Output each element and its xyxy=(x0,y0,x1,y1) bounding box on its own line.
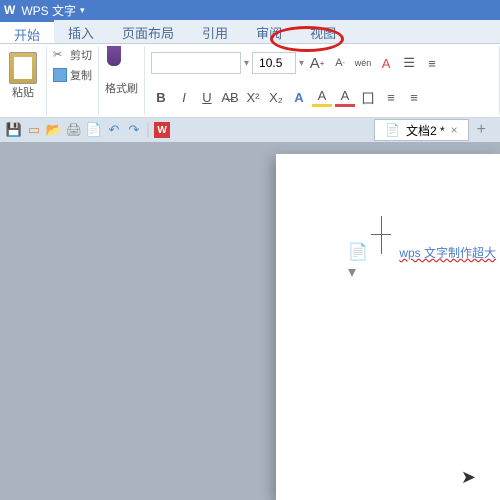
add-tab-button[interactable]: + xyxy=(469,121,494,139)
shrink-font-button[interactable]: A- xyxy=(330,53,350,73)
page-marker-icon[interactable]: 📄▾ xyxy=(348,242,366,260)
tab-layout[interactable]: 页面布局 xyxy=(108,20,188,43)
title-bar: W WPS 文字 ▾ xyxy=(0,0,500,20)
font-name-select[interactable] xyxy=(151,52,241,74)
text-effect-button[interactable]: A xyxy=(289,87,309,107)
clipboard-small-group: ✂ 剪切 复制 xyxy=(47,46,99,115)
highlight-button[interactable]: A xyxy=(312,87,332,107)
wps-icon[interactable]: W xyxy=(154,122,170,138)
bullets-button[interactable]: ☰ xyxy=(399,53,419,73)
open-icon[interactable]: 📂 xyxy=(46,122,62,138)
pinyin-button[interactable]: wén xyxy=(353,53,373,73)
ribbon-tabs: 开始 插入 页面布局 引用 审阅 视图 xyxy=(0,20,500,44)
clear-format-button[interactable]: A xyxy=(376,53,396,73)
italic-button[interactable]: I xyxy=(174,87,194,107)
superscript-button[interactable]: X² xyxy=(243,87,263,107)
subscript-button[interactable]: X₂ xyxy=(266,87,286,107)
more-button[interactable]: ≡ xyxy=(404,87,424,107)
undo-icon[interactable]: ↶ xyxy=(106,122,122,138)
save-icon[interactable]: 💾 xyxy=(6,122,22,138)
watermark-text: Baidu 经验 xyxy=(383,460,470,486)
redo-icon[interactable]: ↷ xyxy=(126,122,142,138)
font-color-button[interactable]: A xyxy=(335,87,355,107)
app-title: WPS 文字 xyxy=(21,2,76,19)
format-painter-group: 格式刷 xyxy=(99,46,145,115)
ribbon: 粘贴 ✂ 剪切 复制 格式刷 ▾ 10.5 ▾ A+ xyxy=(0,44,500,118)
font-size-select[interactable]: 10.5 xyxy=(252,52,296,74)
document-page[interactable]: 📄▾ wps 文字制作超大 xyxy=(276,154,500,500)
shading-button[interactable]: 囗 xyxy=(358,87,378,107)
tab-view[interactable]: 视图 xyxy=(296,20,350,43)
numbering-button[interactable]: ≡ xyxy=(422,53,442,73)
quick-access-toolbar: 💾 ▭ 📂 🖨 📄 ↶ ↷ | W 📄 文档2 * × + xyxy=(0,118,500,142)
strike-button[interactable]: A̶B xyxy=(220,87,240,107)
title-dropdown-icon[interactable]: ▾ xyxy=(80,5,85,16)
font-group: ▾ 10.5 ▾ A+ A- wén A ☰ ≡ B I U A̶B X² X₂… xyxy=(145,46,500,115)
paste-icon xyxy=(9,52,37,84)
grow-font-button[interactable]: A+ xyxy=(307,53,327,73)
brush-icon xyxy=(107,46,121,66)
document-tab[interactable]: 📄 文档2 * × xyxy=(374,119,469,141)
clipboard-group: 粘贴 xyxy=(0,46,47,115)
format-painter-button[interactable] xyxy=(105,46,123,80)
print-icon[interactable]: 🖨 xyxy=(66,122,82,138)
new-icon[interactable]: ▭ xyxy=(26,122,42,138)
cut-button[interactable]: ✂ 剪切 xyxy=(53,46,92,64)
align-button[interactable]: ≡ xyxy=(381,87,401,107)
close-tab-icon[interactable]: × xyxy=(451,123,458,137)
tab-review[interactable]: 审阅 xyxy=(242,20,296,43)
underline-button[interactable]: U xyxy=(197,87,217,107)
document-text[interactable]: wps 文字制作超大 xyxy=(399,244,496,261)
scissors-icon: ✂ xyxy=(53,48,67,62)
copy-button[interactable]: 复制 xyxy=(53,66,92,84)
document-name: 文档2 * xyxy=(406,122,445,139)
text-cursor-icon xyxy=(381,216,382,254)
workspace: 📄▾ wps 文字制作超大 Baidu 经验 ➤ xyxy=(0,142,500,500)
format-painter-label: 格式刷 xyxy=(105,80,138,96)
preview-icon[interactable]: 📄 xyxy=(86,122,102,138)
tab-home[interactable]: 开始 xyxy=(0,20,54,43)
tab-references[interactable]: 引用 xyxy=(188,20,242,43)
copy-icon xyxy=(53,68,67,82)
app-logo: W xyxy=(4,3,15,17)
bold-button[interactable]: B xyxy=(151,87,171,107)
paste-label: 粘贴 xyxy=(12,84,34,100)
paste-button[interactable]: 粘贴 xyxy=(6,46,40,106)
mouse-cursor-icon: ➤ xyxy=(461,467,476,488)
tab-insert[interactable]: 插入 xyxy=(54,20,108,43)
